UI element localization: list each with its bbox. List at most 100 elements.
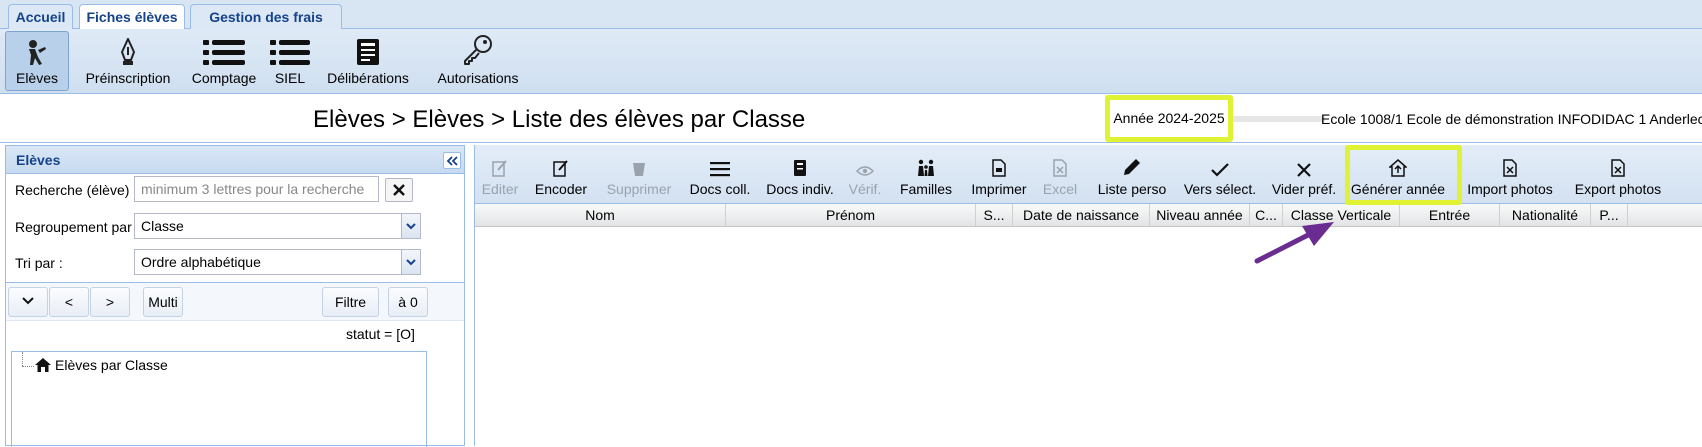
column-date-de-naissance[interactable]: Date de naissance [1013, 204, 1150, 226]
ribbon-label: Préinscription [85, 70, 171, 86]
print-button[interactable]: Imprimer [969, 145, 1029, 203]
search-input[interactable] [134, 176, 379, 202]
school-name: Ecole 1008/1 Ecole de démonstration INFO… [1321, 111, 1702, 127]
ribbon-siel-button[interactable]: SIEL [268, 31, 312, 91]
sort-by-label: Tri par : [15, 255, 63, 271]
edit-button[interactable]: Editer [475, 145, 525, 203]
group-by-value: Classe [141, 218, 184, 234]
document-icon [765, 145, 835, 177]
toolbar-label: Vérif. [848, 181, 882, 197]
next-button[interactable]: > [90, 287, 130, 317]
ribbon-label: Délibérations [327, 70, 409, 86]
grid-header: Nom Prénom S... Date de naissance Niveau… [475, 204, 1702, 227]
tab-fiches-eleves[interactable]: Fiches élèves [79, 4, 185, 30]
collapse-panel-button[interactable] [443, 152, 461, 169]
x-icon [1271, 145, 1337, 177]
list-icon [269, 32, 311, 66]
verify-button[interactable]: Vérif. [845, 145, 885, 203]
group-by-label: Regroupement par : [15, 219, 140, 235]
custom-list-button[interactable]: Liste perso [1095, 145, 1169, 203]
close-icon [393, 184, 405, 196]
ribbon-eleves-button[interactable]: Elèves [5, 31, 69, 91]
tree-connector [22, 366, 34, 367]
clear-search-button[interactable] [385, 178, 413, 202]
toolbar-label: Liste perso [1097, 181, 1167, 197]
column-niveau-annee[interactable]: Niveau année [1150, 204, 1250, 226]
toolbar-label: Vider préf. [1271, 181, 1337, 197]
school-year-badge[interactable]: Année 2024-2025 [1105, 95, 1233, 142]
chevron-down-icon[interactable] [401, 214, 420, 238]
export-photos-button[interactable]: Export photos [1573, 145, 1663, 203]
sort-by-value: Ordre alphabétique [141, 254, 261, 270]
tab-accueil[interactable]: Accueil [8, 4, 73, 30]
toolbar-label: Docs coll. [689, 181, 751, 197]
group-by-select[interactable]: Classe [134, 213, 421, 239]
trash-icon [604, 145, 674, 177]
ribbon-preinscription-button[interactable]: Préinscription [83, 31, 173, 91]
multi-button[interactable]: Multi [143, 287, 183, 317]
toolbar-label: Supprimer [606, 181, 672, 197]
ribbon-label: Autorisations [437, 70, 519, 86]
column-entree[interactable]: Entrée [1400, 204, 1500, 226]
toolbar-label: Import photos [1467, 181, 1553, 197]
family-icon [897, 145, 955, 177]
docs-indiv-button[interactable]: Docs indiv. [765, 145, 835, 203]
sort-by-select[interactable]: Ordre alphabétique [134, 249, 421, 275]
double-chevron-left-icon [446, 155, 458, 166]
file-x-icon [1573, 145, 1663, 177]
ribbon-label: Comptage [191, 70, 257, 86]
file-x-icon [1465, 145, 1555, 177]
to-selection-button[interactable]: Vers sélect. [1182, 145, 1258, 203]
toolbar-label: Excel [1042, 181, 1078, 197]
toolbar-label: Vers sélect. [1183, 181, 1257, 197]
eye-icon [845, 145, 885, 177]
ribbon-deliberations-button[interactable]: Délibérations [322, 31, 414, 91]
ribbon-label: SIEL [274, 70, 306, 86]
panel-header: Elèves [6, 146, 464, 174]
main-ribbon: Elèves Préinscription Comptage SIEL Déli… [0, 29, 1702, 94]
excel-button[interactable]: Excel [1040, 145, 1080, 203]
year-divider [1233, 116, 1325, 122]
document-icon [323, 32, 413, 66]
previous-button[interactable]: < [49, 287, 89, 317]
column-nom[interactable]: Nom [475, 204, 726, 226]
encode-button[interactable]: Encoder [532, 145, 590, 203]
annotation-arrow-icon [1254, 222, 1334, 264]
tree-view: Elèves par Classe [11, 351, 427, 447]
toolbar-label: Encoder [534, 181, 588, 197]
column-prenom[interactable]: Prénom [726, 204, 976, 226]
ribbon-comptage-button[interactable]: Comptage [190, 31, 258, 91]
toolbar-label: Export photos [1574, 181, 1662, 197]
list-icon [191, 32, 257, 66]
tree-node-eleves-par-classe[interactable]: Elèves par Classe [55, 357, 168, 373]
tree-connector [22, 352, 23, 366]
key-icon [433, 32, 523, 66]
delete-button[interactable]: Supprimer [604, 145, 674, 203]
reset-button[interactable]: à 0 [388, 287, 428, 317]
families-button[interactable]: Familles [897, 145, 955, 203]
expand-all-button[interactable] [8, 287, 48, 317]
toolbar-label: Imprimer [971, 181, 1027, 197]
toolbar-label: Familles [899, 181, 953, 197]
status-text: statut = [O] [346, 326, 415, 342]
import-photos-button[interactable]: Import photos [1465, 145, 1555, 203]
column-nationalite[interactable]: Nationalité [1500, 204, 1591, 226]
filter-button[interactable]: Filtre [322, 287, 379, 317]
generate-year-highlight [1345, 145, 1462, 205]
chevron-down-icon [22, 297, 34, 305]
docs-coll-button[interactable]: Docs coll. [687, 145, 753, 203]
title-bar: Elèves > Elèves > Liste des élèves par C… [0, 95, 1702, 143]
grid-toolbar: Editer Encoder Supprimer Docs coll. Docs… [475, 145, 1702, 204]
top-tab-bar: Accueil Fiches élèves Gestion des frais [0, 0, 1702, 30]
tab-gestion-des-frais[interactable]: Gestion des frais [190, 4, 342, 30]
menu-lines-icon [687, 145, 753, 177]
column-p[interactable]: P... [1591, 204, 1628, 226]
clear-preferences-button[interactable]: Vider préf. [1271, 145, 1337, 203]
ribbon-autorisations-button[interactable]: Autorisations [432, 31, 524, 91]
students-grid-panel: Editer Encoder Supprimer Docs coll. Docs… [474, 145, 1702, 446]
student-icon [6, 32, 68, 66]
search-label: Recherche (élève) : [15, 182, 138, 198]
column-sexe[interactable]: S... [976, 204, 1013, 226]
chevron-down-icon[interactable] [401, 250, 420, 274]
students-panel: Elèves Recherche (élève) : Regroupement … [5, 145, 465, 447]
